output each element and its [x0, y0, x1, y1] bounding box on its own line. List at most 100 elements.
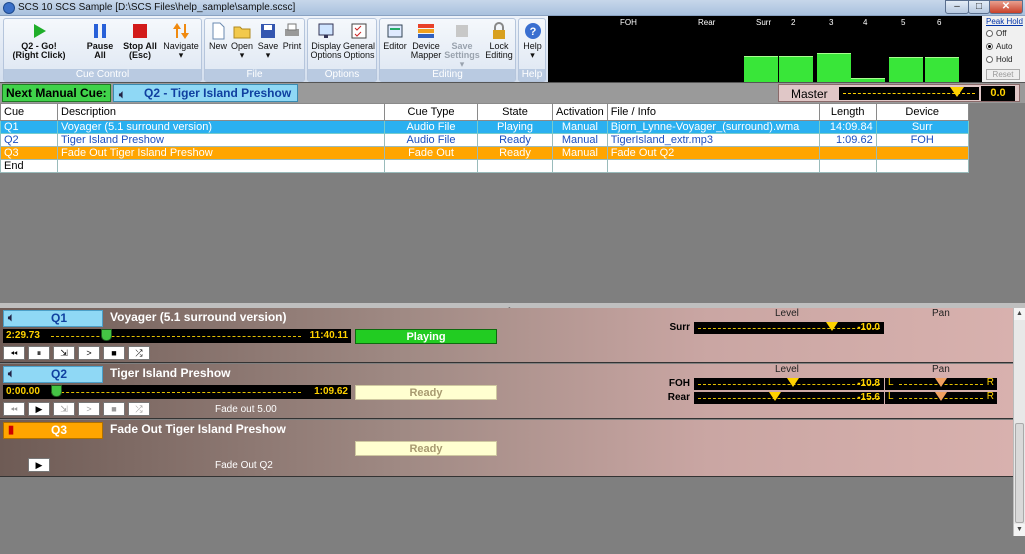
- vu-channel-label: 5: [901, 18, 906, 27]
- display-monitor-icon: [318, 23, 334, 38]
- cue-note: Fade Out Q2: [215, 460, 273, 471]
- stop-sublabel: (Esc): [128, 50, 151, 60]
- play-button[interactable]: >: [78, 346, 100, 360]
- cue-progress-bar[interactable]: 2:29.73 11:40.11: [3, 329, 351, 343]
- table-row[interactable]: Q2 Tiger Island Preshow Audio File Ready…: [0, 133, 969, 147]
- scrollbar-thumb[interactable]: [1015, 423, 1024, 523]
- device-mapper-button[interactable]: Device Mapper: [410, 22, 442, 60]
- peak-hold-option-off[interactable]: Off: [986, 29, 1007, 38]
- save-button[interactable]: Save ▾: [256, 22, 280, 60]
- column-header-cue[interactable]: Cue: [0, 103, 58, 121]
- maximize-button[interactable]: □: [968, 0, 990, 14]
- lock-editing-button[interactable]: Lock Editing: [484, 22, 514, 60]
- rewind-button[interactable]: ⏪︎: [3, 402, 25, 416]
- device-level-fader[interactable]: -10.8: [694, 378, 884, 390]
- cue-id: Q3: [51, 423, 68, 437]
- peak-hold-hold-label: Hold: [996, 55, 1013, 64]
- column-header-activation[interactable]: Activation: [552, 103, 608, 121]
- cell-file-info: TigerIsland_extr.mp3: [606, 133, 820, 147]
- vu-channel-label: 6: [937, 18, 942, 27]
- column-header-device[interactable]: Device: [875, 103, 969, 121]
- cue-panel-q3: ▮ Q3 Fade Out Tiger Island Preshow Ready…: [0, 420, 1013, 477]
- progress-thumb[interactable]: [51, 385, 62, 397]
- peak-hold-option-auto[interactable]: Auto: [986, 42, 1012, 51]
- next-manual-cue-value[interactable]: 🔈︎ Q2 - Tiger Island Preshow: [113, 84, 298, 102]
- vu-level-bar: [744, 56, 778, 82]
- table-row[interactable]: End: [0, 159, 969, 173]
- cell-activation: Manual: [552, 133, 608, 147]
- device-level-fader[interactable]: -10.0: [694, 322, 884, 334]
- table-row[interactable]: Q3 Fade Out Tiger Island Preshow Fade Ou…: [0, 146, 969, 160]
- scroll-down-arrow-icon[interactable]: ▼: [1014, 524, 1025, 536]
- pause-button[interactable]: ⏸︎: [28, 346, 50, 360]
- scroll-up-arrow-icon[interactable]: ▲: [1014, 308, 1025, 320]
- new-button[interactable]: New: [207, 22, 229, 51]
- options-group-label: Options: [308, 69, 376, 81]
- go-button[interactable]: Q2 - Go! (Right Click): [10, 22, 68, 60]
- open-button[interactable]: Open ▾: [230, 22, 254, 60]
- stop-button[interactable]: ■: [103, 402, 125, 416]
- device-pan-fader[interactable]: L R: [885, 391, 997, 404]
- column-header-file-info[interactable]: File / Info: [606, 103, 820, 121]
- print-button[interactable]: Print: [281, 22, 303, 51]
- level-fader-thumb[interactable]: [787, 378, 799, 387]
- level-fader-thumb[interactable]: [826, 322, 838, 331]
- cue-list-grid: Cue Description Cue Type State Activatio…: [0, 103, 1025, 303]
- fade-out-button[interactable]: ⇲: [53, 346, 75, 360]
- column-header-length[interactable]: Length: [818, 103, 877, 121]
- dropdown-arrow-icon: ▾: [265, 50, 271, 60]
- fade-out-button[interactable]: ⇲: [53, 402, 75, 416]
- peak-hold-title[interactable]: Peak Hold: [986, 17, 1023, 26]
- progress-thumb[interactable]: [101, 329, 112, 341]
- cell-cue-type: Audio File: [384, 120, 478, 134]
- cell-state: Ready: [477, 146, 553, 160]
- stop-all-button[interactable]: Stop All (Esc): [121, 22, 159, 60]
- cell-cue-type: Audio File: [384, 133, 478, 147]
- minimize-button[interactable]: –: [945, 0, 969, 14]
- editor-button[interactable]: Editor: [382, 22, 408, 51]
- device-level-fader[interactable]: -15.6: [694, 392, 884, 404]
- column-header-state[interactable]: State: [477, 103, 553, 121]
- printer-icon: [285, 23, 299, 36]
- play-button[interactable]: ▶︎: [28, 458, 50, 472]
- next-button[interactable]: >: [78, 402, 100, 416]
- peak-hold-option-hold[interactable]: Hold: [986, 55, 1012, 64]
- master-fader-track[interactable]: [839, 87, 979, 100]
- pause-all-button[interactable]: Pause All: [84, 22, 116, 60]
- column-header-cue-type[interactable]: Cue Type: [384, 103, 478, 121]
- cue-panel-header[interactable]: ▮ Q3: [3, 422, 103, 439]
- pan-header: Pan: [932, 364, 950, 375]
- general-options-button[interactable]: General Options: [343, 22, 375, 60]
- cell-length: [818, 146, 877, 160]
- new-label: New: [208, 41, 227, 51]
- display-options-button[interactable]: Display Options: [310, 22, 342, 60]
- peak-hold-reset-button[interactable]: Reset: [986, 69, 1020, 80]
- play-button[interactable]: ▶︎: [28, 402, 50, 416]
- rewind-button[interactable]: ⏪︎: [3, 346, 25, 360]
- column-header-description[interactable]: Description: [57, 103, 385, 121]
- stop-button[interactable]: ■: [103, 346, 125, 360]
- cue-id: Q2: [51, 367, 68, 381]
- cue-progress-bar[interactable]: 0:00.00 1:09.62: [3, 385, 351, 399]
- play-icon: [34, 24, 46, 38]
- peak-hold-auto-label: Auto: [996, 42, 1013, 51]
- navigate-button[interactable]: Navigate ▾: [162, 22, 200, 60]
- master-fader-thumb[interactable]: [950, 87, 964, 97]
- shuffle-button[interactable]: ⤮: [128, 346, 150, 360]
- panels-scrollbar[interactable]: ▲ ▼: [1013, 308, 1025, 536]
- go-sublabel: (Right Click): [12, 50, 66, 60]
- cue-panel-header[interactable]: 🔈︎ Q1: [3, 310, 103, 327]
- radio-selected-icon: [986, 43, 993, 50]
- pan-fader-thumb[interactable]: [935, 378, 947, 387]
- close-button[interactable]: ✕: [989, 0, 1023, 14]
- help-button[interactable]: ? Help ▾: [520, 22, 545, 60]
- pan-fader-thumb[interactable]: [935, 392, 947, 401]
- cue-panel-q2: 🔈︎ Q2 Tiger Island Preshow 0:00.00 1:09.…: [0, 364, 1013, 419]
- general-options-icon: [351, 23, 367, 39]
- cue-panel-header[interactable]: 🔈︎ Q2: [3, 366, 103, 383]
- device-pan-fader[interactable]: L R: [885, 377, 997, 390]
- table-row[interactable]: Q1 Voyager (5.1 surround version) Audio …: [0, 120, 969, 134]
- shuffle-button[interactable]: ⤮: [128, 402, 150, 416]
- save-settings-button[interactable]: Save Settings ▾: [444, 22, 480, 69]
- level-fader-thumb[interactable]: [769, 392, 781, 401]
